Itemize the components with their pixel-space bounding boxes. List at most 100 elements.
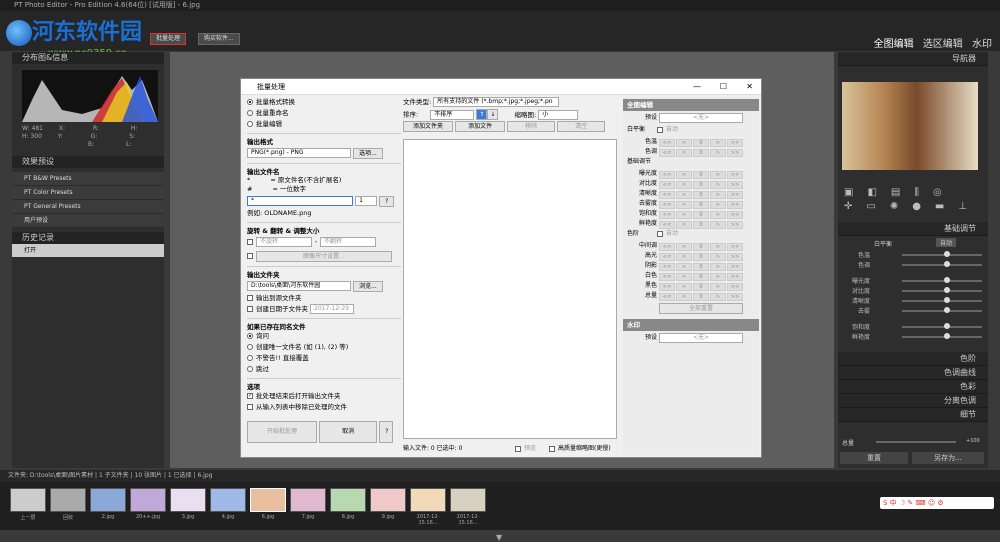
film-thumb[interactable] [370,488,406,512]
step-button[interactable]: >> [727,211,743,219]
add-folder-button[interactable]: 添加文件夹 [403,121,453,132]
reset-all-button[interactable]: 全部重置 [659,303,743,314]
browse-button[interactable]: 浏览... [353,280,383,292]
to-source-option[interactable]: 输出到源文件夹 [247,293,401,304]
step-button[interactable]: < [676,273,692,281]
step-button[interactable]: 0 [693,263,709,271]
preset-user[interactable]: 用户预设 [12,214,164,228]
maximize-icon[interactable]: ☐ [720,79,727,95]
rotate-checkbox[interactable] [247,239,253,245]
step-button[interactable]: >> [727,243,743,251]
preset-bw[interactable]: PT B&W Presets [12,172,164,186]
cancel-button[interactable]: 取消 [319,421,378,443]
wb-auto-button[interactable]: 自动 [936,238,957,247]
wm-preset-select[interactable]: <无> [659,333,743,343]
format-select[interactable]: PNG(*.png) - PNG [247,148,351,158]
exist-skip[interactable]: 跳过 [247,364,401,375]
output-folder-input[interactable]: D:\tools\桌面\河东软件园 [247,281,351,291]
step-button[interactable]: < [676,201,692,209]
step-button[interactable]: 0 [693,181,709,189]
slider-track[interactable] [902,264,982,266]
step-button[interactable]: > [710,139,726,147]
slider-track[interactable] [902,310,982,312]
step-button[interactable]: > [710,263,726,271]
file-type-select[interactable]: 所有支持的文件 (*.bmp;*.jpg;*.jpeg;*.pn [433,97,560,107]
batch-button[interactable]: 批量处理 [150,33,187,45]
preview-checkbox[interactable] [515,445,521,452]
step-button[interactable]: << [659,191,675,199]
step-button[interactable]: 0 [693,139,709,147]
step-button[interactable]: > [710,191,726,199]
film-thumb[interactable] [170,488,206,512]
step-button[interactable]: > [710,243,726,251]
step-button[interactable]: >> [727,181,743,189]
film-thumb[interactable] [130,488,166,512]
step-button[interactable]: >> [727,273,743,281]
folder-icon[interactable] [10,488,46,512]
step-button[interactable]: << [659,221,675,229]
slider-track[interactable] [902,254,982,256]
folder-icon[interactable] [50,488,86,512]
panel-split-toning[interactable]: 分离色调 [838,394,988,408]
step-button[interactable]: >> [727,201,743,209]
step-button[interactable]: < [676,243,692,251]
slider-6[interactable]: 饱和度 [838,322,988,332]
slider-2[interactable]: 曝光度 [838,276,988,286]
exist-ask[interactable]: 询问 [247,331,401,342]
step-button[interactable]: >> [727,221,743,229]
total-slider[interactable] [876,441,956,443]
tab-global-edit[interactable]: 全图编辑 [874,39,914,50]
film-thumb[interactable] [410,488,446,512]
minimize-icon[interactable]: — [693,79,701,95]
step-button[interactable]: << [659,253,675,261]
presets-header[interactable]: 效果预设 [12,156,164,168]
help-button[interactable]: ? [379,421,394,443]
panel-color[interactable]: 色彩 [838,380,988,394]
preset-color[interactable]: PT Color Presets [12,186,164,200]
slider-knob[interactable] [944,277,950,283]
step-button[interactable]: < [676,139,692,147]
resize-checkbox[interactable] [247,253,253,259]
slider-knob[interactable] [944,251,950,257]
slider-knob[interactable] [944,287,950,293]
saveas-button[interactable]: 另存为... [912,452,984,464]
panel-levels[interactable]: 色阶 [838,352,988,366]
step-button[interactable]: > [710,211,726,219]
film-thumb[interactable] [290,488,326,512]
preset-select[interactable]: <无> [659,113,743,123]
slider-knob[interactable] [944,307,950,313]
step-button[interactable]: 0 [693,273,709,281]
exist-unique[interactable]: 创建唯一文件名 (如 (1), (2) 等) [247,342,401,353]
step-button[interactable]: 0 [693,253,709,261]
wb-auto-checkbox[interactable] [657,126,663,133]
step-button[interactable]: < [676,211,692,219]
step-button[interactable]: 0 [693,243,709,251]
step-button[interactable]: 0 [693,171,709,179]
step-button[interactable]: << [659,263,675,271]
sort-select[interactable]: 不排序 [430,109,475,120]
history-header[interactable]: 历史记录 [12,232,164,244]
step-button[interactable]: < [676,263,692,271]
tool-icons[interactable]: ▣◧▤⫼◎ ✛▭✺●▬⊥ [844,186,976,216]
slider-knob[interactable] [944,323,950,329]
step-button[interactable]: > [710,253,726,261]
step-button[interactable]: 0 [693,293,709,301]
step-button[interactable]: < [676,149,692,157]
navigator-header[interactable]: 导航器 [838,52,988,66]
date-folder-select[interactable]: 2017-12-29 [310,304,355,314]
step-button[interactable]: > [710,221,726,229]
step-button[interactable]: >> [727,253,743,261]
rotate-select[interactable]: 不旋转 [256,237,312,247]
basic-header[interactable]: 基础调节 [838,222,988,236]
step-button[interactable]: < [676,191,692,199]
history-item[interactable]: 打开 [12,244,164,258]
add-file-button[interactable]: 添加文件 [455,121,506,132]
step-button[interactable]: >> [727,263,743,271]
reset-button[interactable]: 重置 [840,452,908,464]
step-button[interactable]: << [659,211,675,219]
ime-tray[interactable]: S 中 ☽ ✎ ⌨ ☺ ⚙ [880,497,994,509]
sort-down-icon[interactable]: ↓ [487,109,499,120]
step-button[interactable]: < [676,283,692,291]
step-button[interactable]: < [676,293,692,301]
step-button[interactable]: << [659,149,675,157]
